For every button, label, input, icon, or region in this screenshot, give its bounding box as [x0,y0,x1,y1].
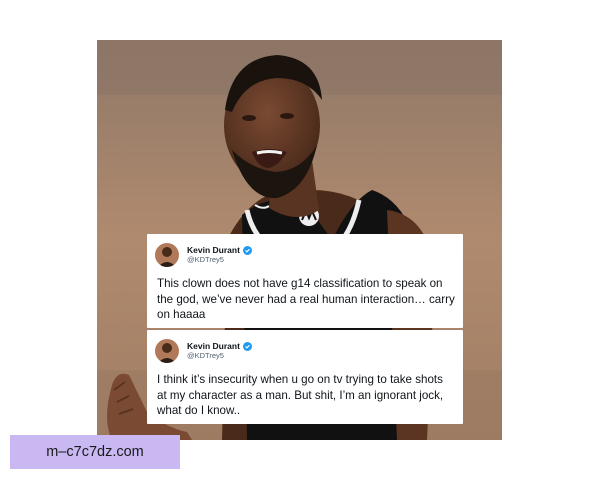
verified-badge-icon [242,342,252,352]
tweet-text: I think it’s insecurity when u go on tv … [157,373,444,417]
tweet-card: Kevin Durant @KDTrey5 This clown does no… [147,234,463,328]
author-handle[interactable]: @KDTrey5 [187,351,252,361]
verified-badge-icon [242,246,252,256]
tweet-header: Kevin Durant @KDTrey5 [155,242,455,268]
page: Kevin Durant @KDTrey5 This clown does no… [0,0,600,480]
tweet-card: Kevin Durant @KDTrey5 I think it’s insec… [147,330,463,424]
avatar[interactable] [155,339,179,363]
author-handle[interactable]: @KDTrey5 [187,255,252,265]
tweet-text: This clown does not have g14 classificat… [157,277,455,321]
avatar[interactable] [155,243,179,267]
tweet-header: Kevin Durant @KDTrey5 [155,338,455,364]
watermark-label: m–c7c7dz.com [10,435,180,469]
